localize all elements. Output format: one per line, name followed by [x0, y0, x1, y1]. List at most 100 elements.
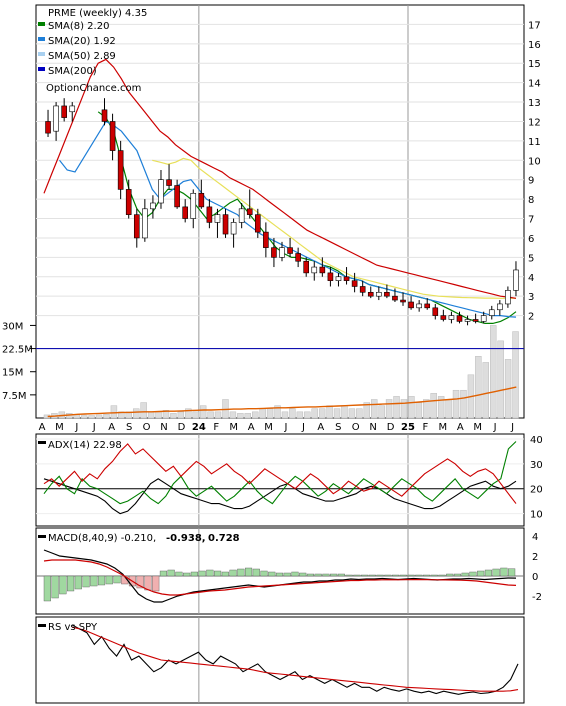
volume-bar: [244, 413, 251, 419]
volume-bar: [512, 331, 519, 419]
candle-body: [101, 109, 108, 122]
macd-histogram-bar: [183, 572, 191, 577]
rs-series-line: [71, 624, 519, 695]
candle-body: [222, 214, 229, 235]
legend-entry: SMA(20) 1.92: [48, 36, 116, 47]
volume-bar: [147, 411, 155, 419]
price-tick-label: 8: [528, 195, 534, 206]
macd-tick-label: 0: [532, 572, 538, 583]
candle-body: [238, 208, 245, 223]
sma-line: [97, 111, 517, 324]
volume-bar: [475, 356, 482, 419]
x-tick-label: J: [493, 422, 497, 433]
volume-bar: [95, 414, 103, 419]
x-tick-label: N: [160, 422, 167, 433]
adx-series-line: [43, 443, 517, 504]
adx-tick-label: 10: [530, 510, 543, 521]
volume-bar: [400, 399, 408, 419]
x-tick-label: O: [352, 422, 360, 433]
legend-entry: SMA(8) 2.20: [48, 21, 109, 32]
volume-bar: [333, 408, 341, 419]
macd-histogram-bar: [306, 573, 315, 577]
legend-entry: SMA(50) 2.89: [48, 51, 116, 62]
macd-histogram-bar: [453, 573, 462, 577]
candle-body: [351, 280, 358, 287]
x-tick-label: A: [39, 422, 46, 433]
x-tick-label: O: [143, 422, 151, 433]
volume-bar: [192, 411, 199, 419]
x-tick-label: M: [264, 422, 273, 433]
macd-histogram-bar: [299, 572, 307, 577]
macd-histogram-bar: [337, 573, 345, 577]
x-tick-label: 24: [192, 422, 206, 433]
candle-body: [513, 269, 519, 291]
volume-tick-label: 15M: [2, 368, 23, 379]
volume-bar: [207, 411, 214, 419]
candle-body: [214, 214, 221, 223]
candle-body: [311, 266, 318, 274]
candle-body: [53, 105, 59, 132]
price-tick-label: 4: [528, 273, 534, 284]
macd-histogram-bar: [484, 569, 492, 577]
price-tick-label: 16: [528, 40, 541, 51]
candle-body: [198, 192, 205, 208]
candle-body: [384, 291, 390, 297]
volume-tick-label: 22.5M: [2, 345, 33, 356]
candle-body: [488, 309, 495, 316]
volume-bar: [289, 408, 296, 419]
macd-histogram-bar: [244, 567, 253, 577]
x-tick-label: J: [74, 422, 78, 433]
candle-body: [400, 299, 406, 303]
x-tick-label: A: [248, 422, 255, 433]
legend-swatch: [38, 624, 46, 627]
adx-title: ADX(14) 22.98: [48, 440, 122, 451]
volume-bar: [214, 411, 222, 419]
x-tick-label: F: [213, 422, 219, 433]
candle-body: [367, 291, 374, 297]
candle-body: [206, 206, 213, 223]
legend-swatch: [38, 535, 46, 538]
price-tick-label: 14: [528, 79, 541, 90]
candle-body: [182, 206, 188, 219]
candle-body: [505, 290, 511, 305]
macd-histogram-bar: [268, 571, 276, 577]
macd-histogram-bar: [144, 575, 152, 591]
volume-bar: [252, 411, 259, 419]
candle-body: [287, 247, 293, 254]
macd-histogram-bar: [477, 570, 485, 577]
macd-histogram-bar: [152, 575, 160, 592]
macd-histogram-bar: [391, 574, 400, 577]
candle-body: [190, 192, 197, 219]
price-tick-label: 17: [528, 20, 541, 31]
candle-body: [166, 179, 172, 186]
volume-tick-label: 7.5M: [2, 391, 27, 402]
volume-bar: [80, 415, 88, 419]
macd-tick-label: -2: [532, 592, 542, 603]
x-tick-label: D: [387, 422, 395, 433]
price-tick-label: 7: [528, 215, 534, 226]
price-tick-label: 2: [528, 312, 534, 323]
candle-body: [319, 266, 326, 274]
macd-histogram-bar: [399, 574, 407, 577]
volume-bar: [356, 408, 363, 419]
volume-bar: [199, 405, 207, 419]
x-tick-label: M: [439, 422, 448, 433]
candle-body: [343, 276, 350, 281]
x-tick-label: J: [284, 422, 288, 433]
candle-body: [271, 247, 277, 258]
x-tick-label: S: [335, 422, 341, 433]
adx-tick-label: 30: [530, 460, 543, 471]
price-tick-label: 5: [528, 253, 534, 264]
price-tick-label: 6: [528, 234, 534, 245]
macd-histogram-bar: [430, 574, 438, 577]
macd-histogram-bar: [198, 570, 206, 577]
candle-body: [263, 231, 269, 248]
adx-series-line: [43, 478, 517, 515]
macd-hist-value: 0.728: [208, 533, 240, 544]
macd-histogram-bar: [361, 574, 369, 577]
macd-histogram-bar: [422, 574, 431, 577]
macd-histogram-bar: [105, 575, 113, 585]
macd-title: MACD(8,40,9) -0.210,: [48, 533, 156, 544]
macd-tick-label: 2: [532, 552, 538, 563]
volume-bar: [237, 413, 244, 419]
